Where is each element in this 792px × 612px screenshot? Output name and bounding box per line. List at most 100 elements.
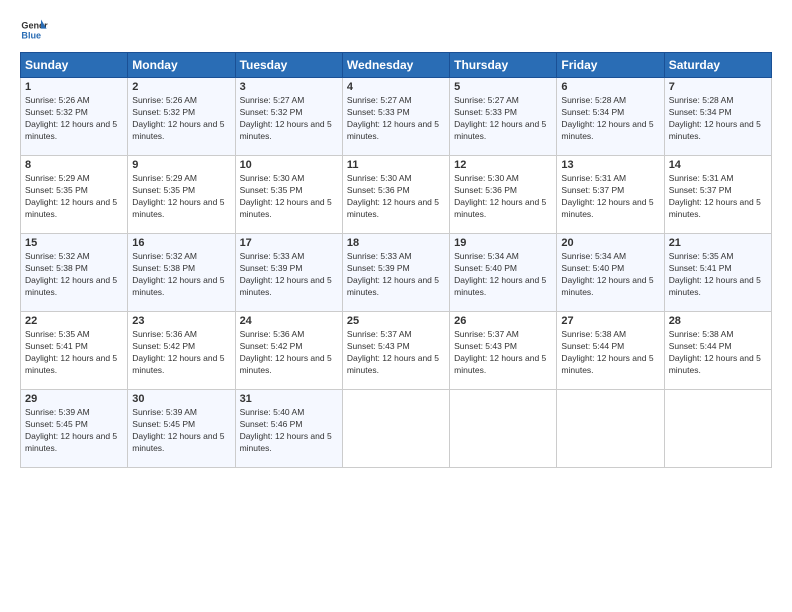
- day-cell: 1 Sunrise: 5:26 AMSunset: 5:32 PMDaylight…: [21, 78, 128, 156]
- day-number: 17: [240, 237, 338, 249]
- day-cell: [664, 390, 771, 468]
- day-cell: 5Sunrise: 5:27 AMSunset: 5:33 PMDaylight…: [450, 78, 557, 156]
- day-info: Sunrise: 5:40 AMSunset: 5:46 PMDaylight:…: [240, 407, 338, 455]
- day-cell: 11Sunrise: 5:30 AMSunset: 5:36 PMDayligh…: [342, 156, 449, 234]
- day-cell: 22 Sunrise: 5:35 AMSunset: 5:41 PMDayligh…: [21, 312, 128, 390]
- day-number: 3: [240, 81, 338, 93]
- header-row: SundayMondayTuesdayWednesdayThursdayFrid…: [21, 53, 772, 78]
- week-row-4: 22 Sunrise: 5:35 AMSunset: 5:41 PMDayligh…: [21, 312, 772, 390]
- day-number: 13: [561, 159, 659, 171]
- day-cell: [557, 390, 664, 468]
- day-number: 15: [25, 237, 123, 249]
- day-cell: 4Sunrise: 5:27 AMSunset: 5:33 PMDaylight…: [342, 78, 449, 156]
- day-number: 14: [669, 159, 767, 171]
- day-cell: 15 Sunrise: 5:32 AMSunset: 5:38 PMDayligh…: [21, 234, 128, 312]
- day-number: 29: [25, 393, 123, 405]
- day-cell: 29 Sunrise: 5:39 AMSunset: 5:45 PMDayligh…: [21, 390, 128, 468]
- calendar-table: SundayMondayTuesdayWednesdayThursdayFrid…: [20, 52, 772, 468]
- day-number: 21: [669, 237, 767, 249]
- day-number: 28: [669, 315, 767, 327]
- day-cell: 6 Sunrise: 5:28 AMSunset: 5:34 PMDaylight…: [557, 78, 664, 156]
- day-info: Sunrise: 5:30 AMSunset: 5:35 PMDaylight:…: [240, 173, 338, 221]
- day-cell: 25 Sunrise: 5:37 AMSunset: 5:43 PMDayligh…: [342, 312, 449, 390]
- day-number: 25: [347, 315, 445, 327]
- day-number: 23: [132, 315, 230, 327]
- header-cell-sunday: Sunday: [21, 53, 128, 78]
- day-info: Sunrise: 5:35 AMSunset: 5:41 PMDaylight:…: [669, 251, 767, 299]
- day-number: 26: [454, 315, 552, 327]
- day-number: 1: [25, 81, 123, 93]
- day-info: Sunrise: 5:27 AMSunset: 5:32 PMDaylight:…: [240, 95, 338, 143]
- day-info: Sunrise: 5:35 AMSunset: 5:41 PMDaylight:…: [25, 329, 123, 377]
- day-cell: 8 Sunrise: 5:29 AMSunset: 5:35 PMDaylight…: [21, 156, 128, 234]
- day-number: 2: [132, 81, 230, 93]
- header-cell-thursday: Thursday: [450, 53, 557, 78]
- day-info: Sunrise: 5:37 AMSunset: 5:43 PMDaylight:…: [347, 329, 445, 377]
- day-info: Sunrise: 5:33 AMSunset: 5:39 PMDaylight:…: [347, 251, 445, 299]
- day-number: 27: [561, 315, 659, 327]
- day-number: 24: [240, 315, 338, 327]
- week-row-5: 29 Sunrise: 5:39 AMSunset: 5:45 PMDayligh…: [21, 390, 772, 468]
- day-info: Sunrise: 5:30 AMSunset: 5:36 PMDaylight:…: [347, 173, 445, 221]
- day-cell: 21 Sunrise: 5:35 AMSunset: 5:41 PMDayligh…: [664, 234, 771, 312]
- header-cell-friday: Friday: [557, 53, 664, 78]
- week-row-2: 8 Sunrise: 5:29 AMSunset: 5:35 PMDaylight…: [21, 156, 772, 234]
- day-number: 19: [454, 237, 552, 249]
- day-cell: 3 Sunrise: 5:27 AMSunset: 5:32 PMDaylight…: [235, 78, 342, 156]
- day-info: Sunrise: 5:38 AMSunset: 5:44 PMDaylight:…: [669, 329, 767, 377]
- day-cell: 17 Sunrise: 5:33 AMSunset: 5:39 PMDayligh…: [235, 234, 342, 312]
- header-cell-wednesday: Wednesday: [342, 53, 449, 78]
- day-number: 7: [669, 81, 767, 93]
- logo: General Blue: [20, 16, 48, 44]
- day-info: Sunrise: 5:31 AMSunset: 5:37 PMDaylight:…: [561, 173, 659, 221]
- day-info: Sunrise: 5:39 AMSunset: 5:45 PMDaylight:…: [25, 407, 123, 455]
- header-cell-saturday: Saturday: [664, 53, 771, 78]
- day-info: Sunrise: 5:27 AMSunset: 5:33 PMDaylight:…: [454, 95, 552, 143]
- day-info: Sunrise: 5:36 AMSunset: 5:42 PMDaylight:…: [240, 329, 338, 377]
- svg-text:Blue: Blue: [21, 30, 41, 40]
- day-cell: 19 Sunrise: 5:34 AMSunset: 5:40 PMDayligh…: [450, 234, 557, 312]
- day-info: Sunrise: 5:33 AMSunset: 5:39 PMDaylight:…: [240, 251, 338, 299]
- day-cell: 12Sunrise: 5:30 AMSunset: 5:36 PMDayligh…: [450, 156, 557, 234]
- day-info: Sunrise: 5:31 AMSunset: 5:37 PMDaylight:…: [669, 173, 767, 221]
- day-cell: 18Sunrise: 5:33 AMSunset: 5:39 PMDayligh…: [342, 234, 449, 312]
- week-row-3: 15 Sunrise: 5:32 AMSunset: 5:38 PMDayligh…: [21, 234, 772, 312]
- day-cell: 10 Sunrise: 5:30 AMSunset: 5:35 PMDayligh…: [235, 156, 342, 234]
- day-info: Sunrise: 5:32 AMSunset: 5:38 PMDaylight:…: [25, 251, 123, 299]
- day-cell: 13 Sunrise: 5:31 AMSunset: 5:37 PMDayligh…: [557, 156, 664, 234]
- day-info: Sunrise: 5:28 AMSunset: 5:34 PMDaylight:…: [561, 95, 659, 143]
- day-number: 31: [240, 393, 338, 405]
- day-info: Sunrise: 5:34 AMSunset: 5:40 PMDaylight:…: [454, 251, 552, 299]
- day-number: 30: [132, 393, 230, 405]
- day-info: Sunrise: 5:29 AMSunset: 5:35 PMDaylight:…: [132, 173, 230, 221]
- day-number: 6: [561, 81, 659, 93]
- day-cell: 9Sunrise: 5:29 AMSunset: 5:35 PMDaylight…: [128, 156, 235, 234]
- day-cell: [342, 390, 449, 468]
- day-cell: 23Sunrise: 5:36 AMSunset: 5:42 PMDayligh…: [128, 312, 235, 390]
- day-cell: 7Sunrise: 5:28 AMSunset: 5:34 PMDaylight…: [664, 78, 771, 156]
- day-info: Sunrise: 5:26 AMSunset: 5:32 PMDaylight:…: [25, 95, 123, 143]
- day-number: 22: [25, 315, 123, 327]
- day-cell: 30 Sunrise: 5:39 AMSunset: 5:45 PMDayligh…: [128, 390, 235, 468]
- day-info: Sunrise: 5:39 AMSunset: 5:45 PMDaylight:…: [132, 407, 230, 455]
- day-info: Sunrise: 5:32 AMSunset: 5:38 PMDaylight:…: [132, 251, 230, 299]
- day-info: Sunrise: 5:38 AMSunset: 5:44 PMDaylight:…: [561, 329, 659, 377]
- day-number: 10: [240, 159, 338, 171]
- day-info: Sunrise: 5:29 AMSunset: 5:35 PMDaylight:…: [25, 173, 123, 221]
- day-cell: 20 Sunrise: 5:34 AMSunset: 5:40 PMDayligh…: [557, 234, 664, 312]
- day-number: 4: [347, 81, 445, 93]
- day-cell: [450, 390, 557, 468]
- day-cell: 28 Sunrise: 5:38 AMSunset: 5:44 PMDayligh…: [664, 312, 771, 390]
- day-number: 16: [132, 237, 230, 249]
- day-number: 8: [25, 159, 123, 171]
- header-cell-tuesday: Tuesday: [235, 53, 342, 78]
- day-number: 20: [561, 237, 659, 249]
- day-cell: 26 Sunrise: 5:37 AMSunset: 5:43 PMDayligh…: [450, 312, 557, 390]
- day-cell: 31 Sunrise: 5:40 AMSunset: 5:46 PMDayligh…: [235, 390, 342, 468]
- day-info: Sunrise: 5:34 AMSunset: 5:40 PMDaylight:…: [561, 251, 659, 299]
- week-row-1: 1 Sunrise: 5:26 AMSunset: 5:32 PMDaylight…: [21, 78, 772, 156]
- header: General Blue: [20, 16, 772, 44]
- day-info: Sunrise: 5:37 AMSunset: 5:43 PMDaylight:…: [454, 329, 552, 377]
- day-number: 12: [454, 159, 552, 171]
- day-info: Sunrise: 5:26 AMSunset: 5:32 PMDaylight:…: [132, 95, 230, 143]
